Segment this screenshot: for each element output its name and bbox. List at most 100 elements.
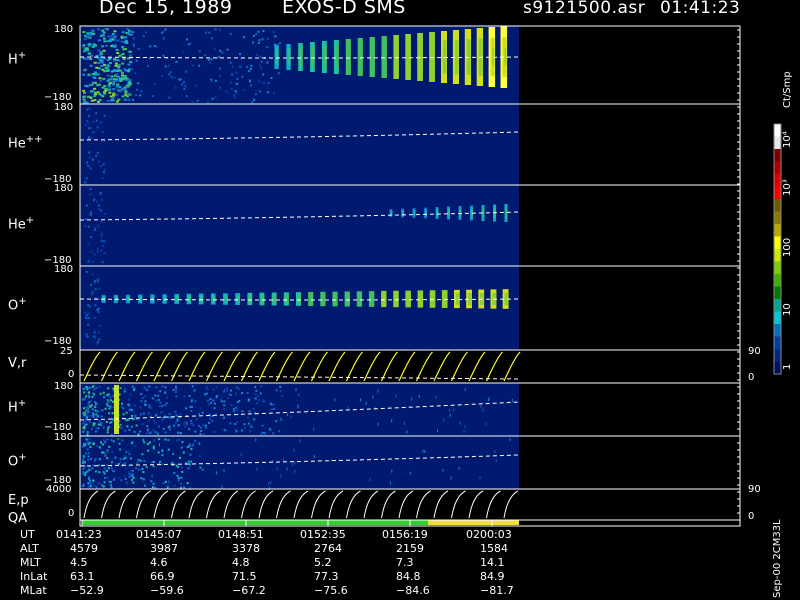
heatmap-cell — [248, 70, 251, 73]
heatmap-cell — [87, 122, 90, 125]
heatmap-cell — [146, 425, 149, 428]
heatmap-cell — [298, 393, 300, 397]
heatmap-cell — [181, 470, 184, 473]
footer-cell: 14.1 — [480, 556, 505, 569]
colorbar-segment — [774, 124, 781, 137]
heatmap-cell — [189, 453, 192, 456]
heatmap-cell — [106, 450, 109, 453]
heatmap-cell — [198, 412, 201, 415]
heatmap-cell — [235, 406, 238, 409]
heatmap-cell — [235, 91, 238, 94]
colorbar-segment — [774, 336, 781, 350]
heatmap-cell — [83, 466, 86, 469]
heatmap-cell — [372, 395, 374, 399]
heatmap-cell — [168, 73, 171, 76]
ytick-right: 0 — [748, 372, 755, 383]
heatmap-cell — [94, 304, 97, 307]
heatmap-cell — [190, 405, 193, 408]
heatmap-cell — [120, 88, 124, 91]
heatmap-cell — [131, 385, 134, 388]
heatmap-cell — [108, 412, 111, 415]
heatmap-cell — [91, 45, 95, 48]
heatmap-cell — [95, 430, 98, 433]
heatmap-cell — [86, 408, 89, 411]
heatmap-burst — [372, 51, 375, 63]
heatmap-cell — [266, 46, 269, 49]
heatmap-cell — [111, 83, 115, 86]
heatmap-burst — [288, 53, 291, 61]
heatmap-cell — [290, 415, 292, 419]
heatmap-cell — [254, 397, 257, 400]
velocity-sweep — [380, 351, 398, 382]
heatmap-cell — [104, 476, 107, 479]
heatmap-cell — [83, 419, 86, 422]
heatmap-cell — [144, 403, 147, 406]
heatmap-cell — [123, 98, 127, 101]
heatmap-cell — [267, 82, 270, 85]
heatmap-cell — [90, 90, 94, 93]
heatmap-cell — [84, 311, 87, 314]
colorbar-segment — [774, 261, 781, 275]
heatmap-cell — [157, 451, 160, 454]
heatmap-cell — [96, 341, 99, 344]
heatmap-cell — [144, 387, 147, 390]
heatmap-cell — [87, 44, 91, 47]
heatmap-cell — [112, 37, 116, 40]
heatmap-cell — [347, 406, 349, 410]
heatmap-cell — [97, 427, 100, 430]
heatmap-cell — [95, 427, 98, 430]
heatmap-cell — [90, 127, 93, 130]
velocity-sweep — [188, 351, 206, 382]
heatmap-cell — [83, 38, 87, 41]
heatmap-cell — [112, 59, 116, 62]
heatmap-cell — [139, 94, 142, 97]
heatmap-cell — [150, 461, 153, 464]
heatmap-cell — [151, 474, 153, 478]
heatmap-cell — [198, 455, 201, 458]
heatmap-cell — [84, 411, 87, 414]
heatmap-cell — [229, 81, 232, 84]
heatmap-cell — [274, 35, 277, 38]
heatmap-cell — [97, 28, 101, 31]
heatmap-cell — [292, 462, 294, 466]
heatmap-cell — [209, 415, 212, 418]
heatmap-cell — [260, 67, 263, 70]
heatmap-burst — [286, 297, 289, 301]
heatmap-cell — [123, 461, 126, 464]
heatmap-cell — [230, 404, 233, 407]
heatmap-cell — [134, 414, 137, 417]
heatmap-cell — [161, 463, 164, 466]
footer-cell: −67.2 — [232, 584, 266, 597]
heatmap-cell — [131, 469, 134, 472]
heatmap-cell — [152, 482, 155, 485]
heatmap-cell — [128, 475, 131, 478]
heatmap-cell — [261, 424, 264, 427]
heatmap-cell — [115, 73, 119, 76]
heatmap-cell — [162, 482, 165, 485]
colorbar-segment — [774, 136, 781, 150]
heatmap-cell — [155, 386, 158, 389]
heatmap-cell — [146, 443, 149, 446]
heatmap-cell — [135, 424, 138, 427]
heatmap-cell — [229, 61, 232, 64]
heatmap-cell — [82, 426, 85, 429]
heatmap-cell — [459, 421, 461, 425]
heatmap-cell — [98, 385, 101, 388]
heatmap-cell — [189, 463, 192, 466]
heatmap-cell — [173, 484, 176, 487]
heatmap-cell — [184, 425, 187, 428]
heatmap-cell — [93, 253, 96, 256]
heatmap-cell — [98, 420, 101, 423]
heatmap-cell — [116, 75, 120, 78]
heatmap-cell — [206, 399, 209, 402]
heatmap-cell — [147, 412, 150, 415]
heatmap-cell — [260, 60, 263, 63]
heatmap-cell — [159, 460, 162, 463]
heatmap-cell — [258, 39, 261, 42]
heatmap-cell — [153, 82, 156, 85]
heatmap-cell — [87, 441, 90, 444]
heatmap-cell — [236, 401, 239, 404]
heatmap-cell — [99, 121, 102, 124]
heatmap-burst — [336, 52, 339, 62]
heatmap-cell — [294, 461, 296, 465]
